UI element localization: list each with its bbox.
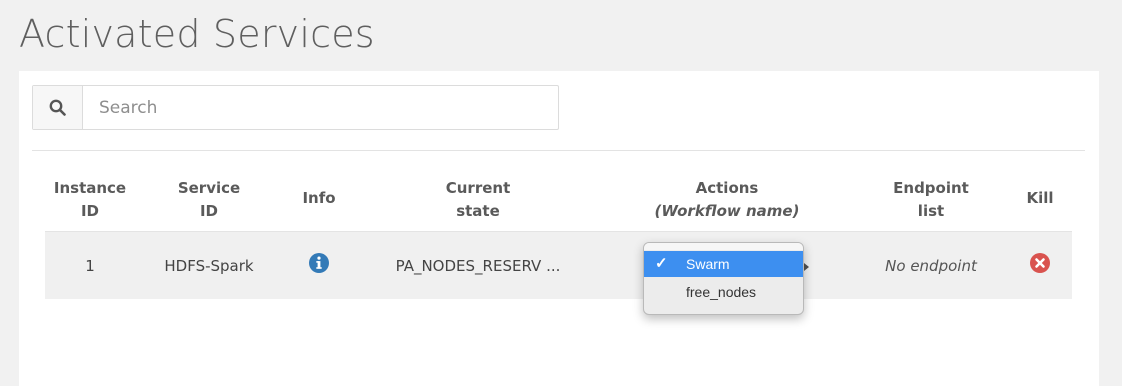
cell-service-id: HDFS-Spark — [164, 257, 254, 275]
header-instance-id[interactable]: Instance ID — [54, 177, 126, 223]
info-button[interactable] — [309, 253, 330, 278]
header-kill: Kill — [1026, 189, 1054, 207]
search-input[interactable] — [83, 86, 558, 129]
menu-option-free-nodes[interactable]: free_nodes — [644, 279, 803, 305]
header-current-state[interactable]: Current state — [446, 177, 511, 223]
kill-icon — [1030, 253, 1050, 273]
header-info: Info — [302, 189, 336, 207]
kill-button[interactable] — [1030, 253, 1051, 278]
search-addon — [33, 86, 83, 129]
submenu-arrow-icon — [804, 263, 809, 271]
menu-top-edge — [644, 243, 803, 250]
cell-instance-id: 1 — [85, 257, 95, 275]
actions-select-menu[interactable]: ✓ Swarm free_nodes — [643, 242, 804, 315]
divider — [32, 150, 1085, 151]
search-icon — [49, 99, 66, 116]
services-panel: InstanceID ServiceID Info Currentstate A… — [19, 71, 1099, 386]
menu-option-swarm[interactable]: ✓ Swarm — [644, 251, 803, 277]
search-group — [32, 85, 559, 130]
header-service-id[interactable]: Service ID — [178, 177, 240, 223]
header-endpoint-list: Endpoint list — [893, 179, 969, 220]
page-title: Activated Services — [19, 12, 375, 56]
checkmark-icon: ✓ — [655, 255, 668, 272]
menu-option-label: free_nodes — [686, 284, 757, 300]
cell-current-state: PA_NODES_RESERV ... — [395, 257, 561, 275]
header-actions: Actions (Workflow name) — [654, 179, 800, 220]
menu-option-label: Swarm — [686, 256, 730, 272]
cell-endpoint: No endpoint — [885, 257, 977, 275]
info-icon — [309, 253, 329, 273]
